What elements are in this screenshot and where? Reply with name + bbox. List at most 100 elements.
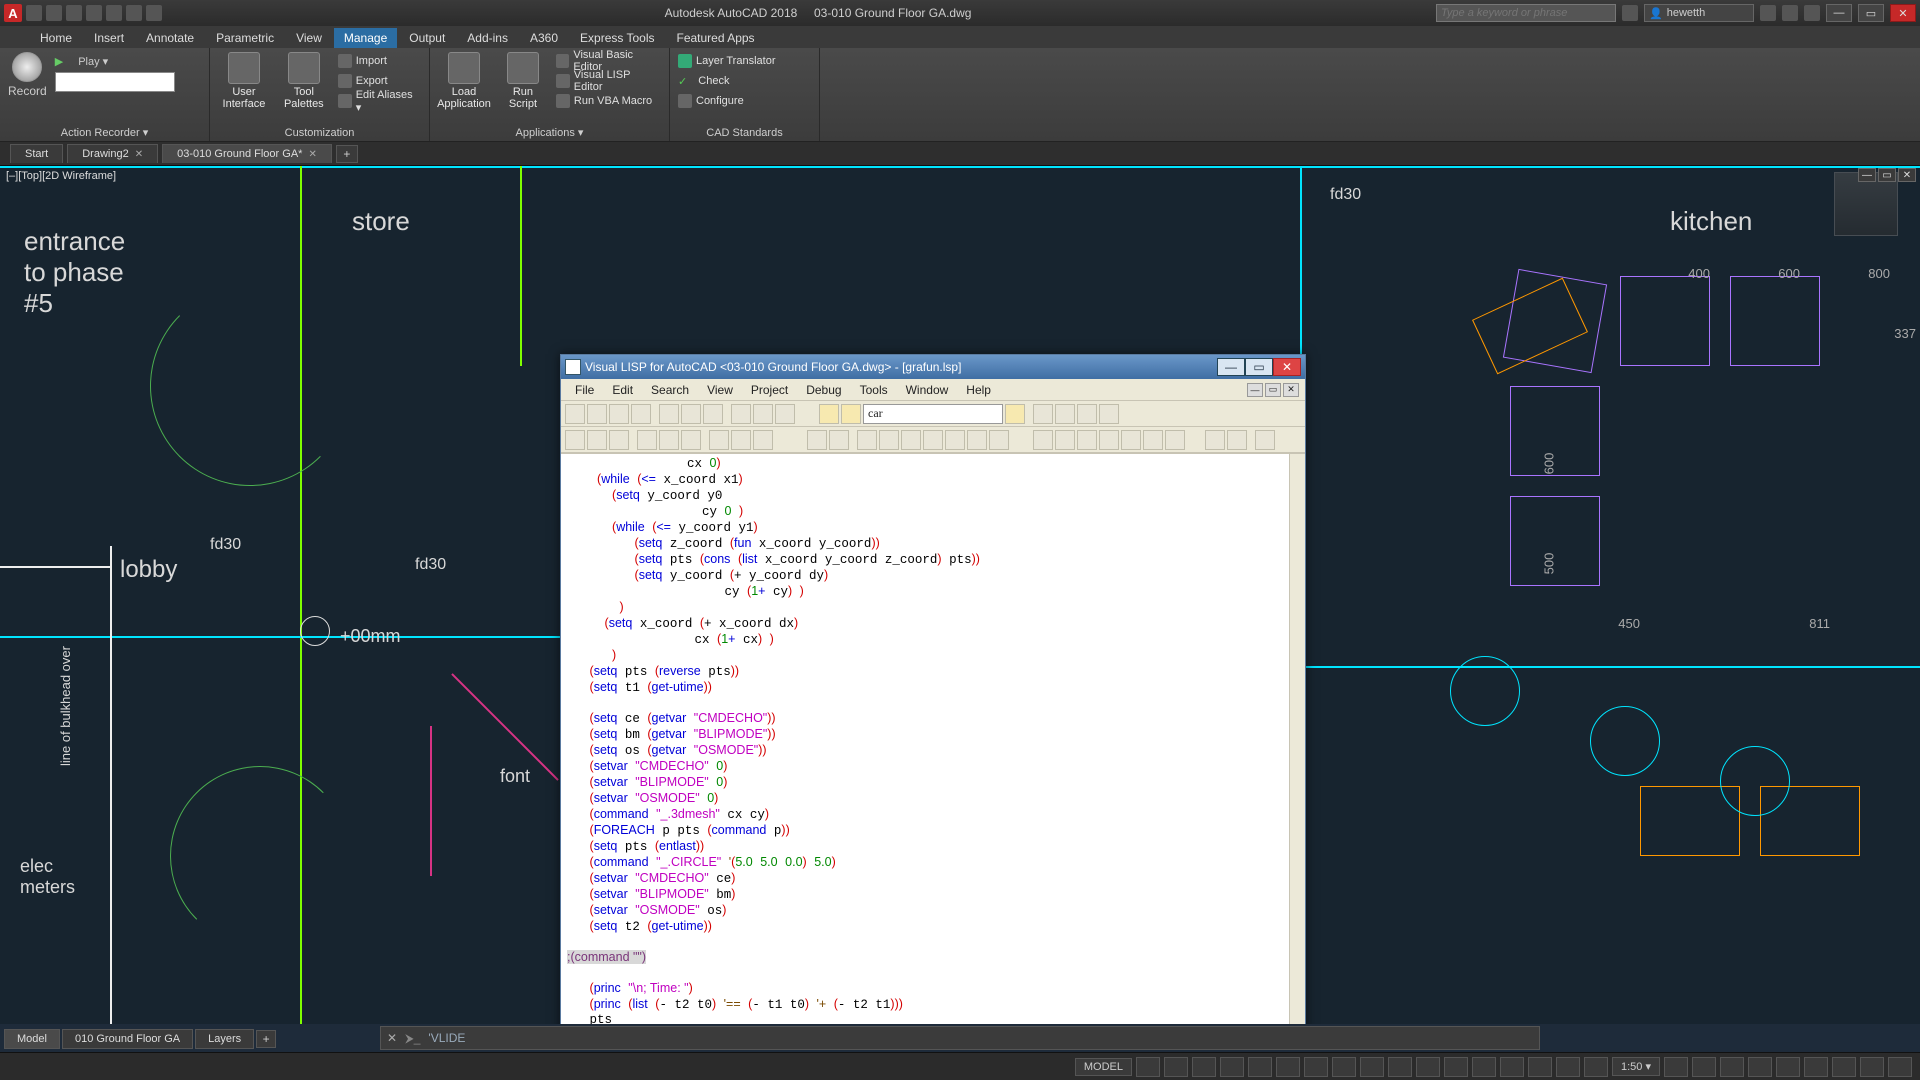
vlisp-apropos-window-icon[interactable] <box>1227 430 1247 450</box>
vlisp-child-minimize-button[interactable]: — <box>1247 383 1263 397</box>
vlisp-check-edit-icon[interactable] <box>857 430 877 450</box>
vlisp-menu-view[interactable]: View <box>699 381 741 399</box>
configure-standards-button[interactable]: Configure <box>678 92 775 110</box>
visual-basic-editor-button[interactable]: Visual Basic Editor <box>556 52 661 70</box>
vlisp-debug-stepover-icon[interactable] <box>587 430 607 450</box>
vlisp-menu-file[interactable]: File <box>567 381 602 399</box>
vlisp-watch-window-icon[interactable] <box>1205 430 1225 450</box>
status-cleanscreen-icon[interactable] <box>1860 1057 1884 1077</box>
qat-undo-icon[interactable] <box>126 5 142 21</box>
layer-translator-button[interactable]: Layer Translator <box>678 52 775 70</box>
vlisp-format-selection-icon[interactable] <box>923 430 943 450</box>
vlisp-complete-word-icon[interactable] <box>775 404 795 424</box>
qat-new-icon[interactable] <box>26 5 42 21</box>
stayconnected-icon[interactable] <box>1782 5 1798 21</box>
vlisp-bookmark-toggle-icon[interactable] <box>1033 404 1053 424</box>
vlisp-select-window-icon[interactable] <box>1055 430 1075 450</box>
doc-tab-active-close-icon[interactable]: ✕ <box>308 149 316 160</box>
doc-tab-start[interactable]: Start <box>10 144 63 163</box>
status-model-button[interactable]: MODEL <box>1075 1058 1132 1076</box>
user-menu[interactable]: 👤hewetth <box>1644 4 1754 22</box>
vlisp-menu-help[interactable]: Help <box>958 381 999 399</box>
vlisp-inspect-icon[interactable] <box>1099 430 1119 450</box>
run-vba-macro-button[interactable]: Run VBA Macro <box>556 92 661 110</box>
vlisp-replace-icon[interactable] <box>841 404 861 424</box>
status-units-icon[interactable] <box>1720 1057 1744 1077</box>
import-button[interactable]: Import <box>338 52 421 70</box>
status-isodraft-icon[interactable] <box>1304 1057 1328 1077</box>
vlisp-debug-stepout-icon[interactable] <box>609 430 629 450</box>
vlisp-save-file-icon[interactable] <box>609 404 629 424</box>
qat-plot-icon[interactable] <box>106 5 122 21</box>
visual-lisp-window[interactable]: Visual LISP for AutoCAD <03-010 Ground F… <box>560 354 1306 1024</box>
vlisp-last-break-icon[interactable] <box>753 430 773 450</box>
macro-name-input[interactable] <box>55 72 175 92</box>
status-hardware-accel-icon[interactable] <box>1832 1057 1856 1077</box>
window-close-button[interactable]: ✕ <box>1890 4 1916 22</box>
doc-tab-drawing2[interactable]: Drawing2✕ <box>67 144 158 163</box>
status-lockui-icon[interactable] <box>1776 1057 1800 1077</box>
ribbon-tab-featuredapps[interactable]: Featured Apps <box>667 28 765 48</box>
doc-tab-new-button[interactable]: + <box>336 145 358 163</box>
vlisp-child-close-button[interactable]: ✕ <box>1283 383 1299 397</box>
vlisp-titlebar[interactable]: Visual LISP for AutoCAD <03-010 Ground F… <box>561 355 1305 379</box>
status-annomon-icon[interactable] <box>1692 1057 1716 1077</box>
qat-saveas-icon[interactable] <box>86 5 102 21</box>
vlisp-activate-acad-icon[interactable] <box>1033 430 1053 450</box>
vlisp-find-icon[interactable] <box>819 404 839 424</box>
status-isolate-icon[interactable] <box>1804 1057 1828 1077</box>
vlisp-format-edit-icon[interactable] <box>901 430 921 450</box>
ribbon-tab-parametric[interactable]: Parametric <box>206 28 284 48</box>
layout-tab-model[interactable]: Model <box>4 1029 60 1049</box>
doc-tab-active[interactable]: 03-010 Ground Floor GA*✕ <box>162 144 332 163</box>
status-dyninput-icon[interactable] <box>1220 1057 1244 1077</box>
vlisp-copy-icon[interactable] <box>681 404 701 424</box>
vlisp-bookmark-prev-icon[interactable] <box>1077 404 1097 424</box>
ribbon-tab-manage[interactable]: Manage <box>334 28 397 48</box>
ribbon-tab-insert[interactable]: Insert <box>84 28 134 48</box>
vlisp-debug-stepinto-icon[interactable] <box>565 430 585 450</box>
infocenter-search-input[interactable] <box>1436 4 1616 22</box>
vlisp-menu-project[interactable]: Project <box>743 381 796 399</box>
vlisp-apropos-icon[interactable] <box>1165 430 1185 450</box>
vlisp-open-file-icon[interactable] <box>587 404 607 424</box>
status-otrack-icon[interactable] <box>1388 1057 1412 1077</box>
export-button[interactable]: Export <box>338 72 421 90</box>
status-2ddraft-icon[interactable] <box>1500 1057 1524 1077</box>
vlisp-code-editor[interactable]: cx 0) (while (<= x_coord x1) (setq y_coo… <box>561 453 1305 1024</box>
tool-palettes-button[interactable]: Tool Palettes <box>278 52 330 110</box>
vlisp-bookmark-next-icon[interactable] <box>1055 404 1075 424</box>
vlisp-cut-icon[interactable] <box>659 404 679 424</box>
vlisp-undo-icon[interactable] <box>731 404 751 424</box>
exchange-icon[interactable] <box>1760 5 1776 21</box>
vlisp-context-help-icon[interactable] <box>1255 430 1275 450</box>
vlisp-close-button[interactable]: ✕ <box>1273 358 1301 376</box>
vlisp-debug-break-icon[interactable] <box>659 430 679 450</box>
record-button[interactable]: Record <box>8 52 47 98</box>
vlisp-debug-reset-icon[interactable] <box>681 430 701 450</box>
cui-button[interactable]: User Interface <box>218 52 270 110</box>
vlisp-trace-icon[interactable] <box>1121 430 1141 450</box>
status-snap-icon[interactable] <box>1164 1057 1188 1077</box>
vlisp-menu-tools[interactable]: Tools <box>852 381 896 399</box>
ribbon-tab-home[interactable]: Home <box>30 28 82 48</box>
help-icon[interactable] <box>1804 5 1820 21</box>
vlisp-watch-icon[interactable] <box>731 430 751 450</box>
vlisp-menu-debug[interactable]: Debug <box>798 381 849 399</box>
layout-tab-2[interactable]: Layers <box>195 1029 254 1049</box>
ribbon-tab-output[interactable]: Output <box>399 28 455 48</box>
ribbon-tab-annotate[interactable]: Annotate <box>136 28 204 48</box>
status-grid-icon[interactable] <box>1136 1057 1160 1077</box>
status-ortho-icon[interactable] <box>1248 1057 1272 1077</box>
layout-tab-1[interactable]: 010 Ground Floor GA <box>62 1029 193 1049</box>
load-application-button[interactable]: Load Application <box>438 52 490 110</box>
vlisp-find-input[interactable] <box>863 404 1003 424</box>
vlisp-new-file-icon[interactable] <box>565 404 585 424</box>
vlisp-find-next-icon[interactable] <box>1005 404 1025 424</box>
window-maximize-button[interactable]: ▭ <box>1858 4 1884 22</box>
play-button[interactable]: ▶ Play ▾ <box>55 52 175 70</box>
run-script-button[interactable]: Run Script <box>498 52 548 110</box>
panel-title-applications[interactable]: Applications ▾ <box>438 124 661 139</box>
status-annotation-visibility-icon[interactable] <box>1556 1057 1580 1077</box>
status-selection-cycling-icon[interactable] <box>1472 1057 1496 1077</box>
